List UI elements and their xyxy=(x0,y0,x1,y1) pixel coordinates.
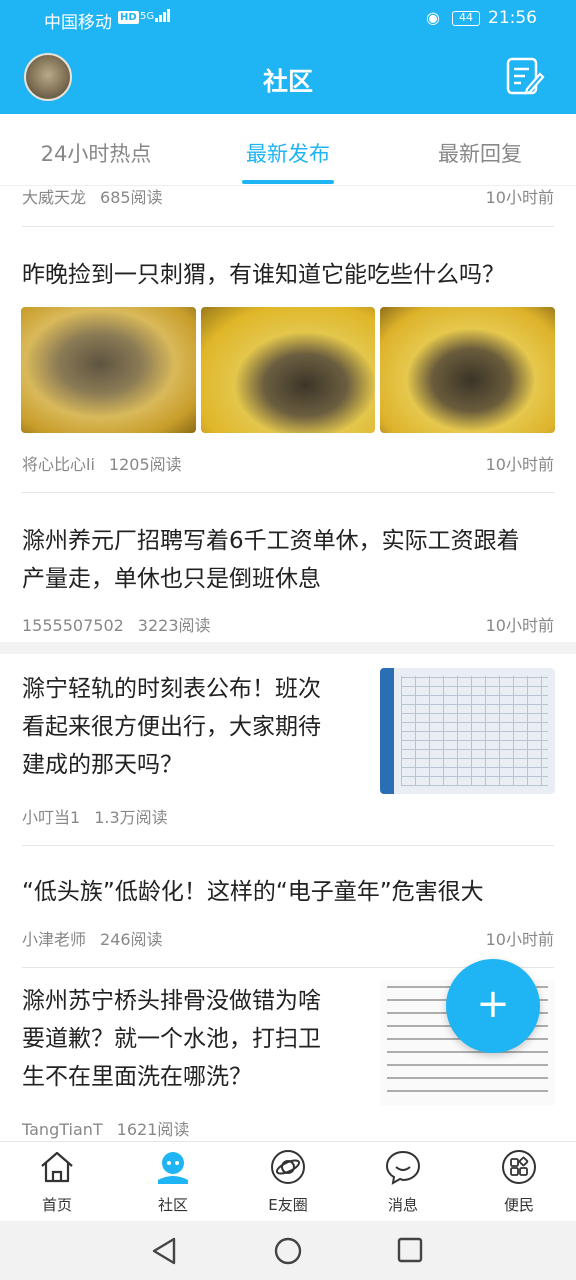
post-author: 小津老师 xyxy=(22,930,87,949)
post-meta: 将心比心li 1205阅读 xyxy=(22,451,182,475)
bottom-navigation: 首页 社区 E友圈 消息 便民 xyxy=(0,1141,576,1221)
nav-label: 便民 xyxy=(503,1196,534,1214)
home-icon xyxy=(41,1151,73,1183)
plus-icon: + xyxy=(476,981,510,1027)
post-author: TangTianT xyxy=(22,1120,103,1139)
post-meta: 1555507502 3223阅读 xyxy=(22,612,211,636)
post-read-count: 1205阅读 xyxy=(108,455,182,474)
post-read-count: 1621阅读 xyxy=(116,1120,190,1139)
new-post-fab[interactable]: + xyxy=(446,959,540,1053)
page-title: 社区 xyxy=(262,67,313,96)
recents-icon[interactable] xyxy=(396,1236,424,1264)
community-icon xyxy=(158,1152,188,1184)
post-author: 小叮当1 xyxy=(22,808,81,827)
carrier-name: 中国移动 xyxy=(44,13,112,33)
post-read-count: 685阅读 xyxy=(100,188,163,207)
section-gap xyxy=(0,642,576,654)
post-meta: 小叮当1 1.3万阅读 xyxy=(22,804,168,828)
message-icon xyxy=(385,1150,421,1185)
battery-icon: 44 xyxy=(452,11,480,26)
system-navigation-bar xyxy=(0,1221,576,1280)
post-title-line: 生不在里面洗在哪洗？ xyxy=(22,1064,252,1090)
hd-badge: HD xyxy=(118,11,139,24)
compose-icon xyxy=(506,57,545,95)
post-author: 大威天龙 xyxy=(22,188,87,207)
divider xyxy=(22,845,554,846)
post-time: 10小时前 xyxy=(485,188,554,207)
post-title: 昨晚捡到一只刺猬，有谁知道它能吃些什么吗？ xyxy=(22,262,505,288)
status-bar: 中国移动 HD 5G ◉ 44 21:56 xyxy=(0,0,576,40)
nav-item-services[interactable]: 便民 xyxy=(479,1148,559,1215)
post-title-line: 滁宁轻轨的时刻表公布！班次 xyxy=(22,676,321,702)
compose-post-button[interactable] xyxy=(505,56,545,98)
home-circle-icon[interactable] xyxy=(273,1236,303,1266)
post-author: 1555507502 xyxy=(22,616,124,635)
planet-icon xyxy=(271,1150,305,1184)
nav-item-home[interactable]: 首页 xyxy=(17,1148,97,1215)
divider xyxy=(22,226,554,227)
post-title-line: 产量走，单休也只是倒班休息 xyxy=(22,566,321,592)
post-time: 10小时前 xyxy=(485,455,554,474)
post-title-line: 滁州苏宁桥头排骨没做错为啥 xyxy=(22,988,321,1014)
post-title: “低头族”低龄化！这样的“电子童年”危害很大 xyxy=(22,879,484,905)
eye-comfort-icon: ◉ xyxy=(426,8,440,27)
nav-item-messages[interactable]: 消息 xyxy=(363,1148,443,1215)
nav-label: E友圈 xyxy=(268,1196,308,1214)
back-icon[interactable] xyxy=(150,1236,178,1266)
tab-24h-hot[interactable]: 24小时热点 xyxy=(0,138,192,168)
post-image[interactable] xyxy=(21,307,196,433)
nav-item-e-friends[interactable]: E友圈 xyxy=(248,1148,328,1215)
nav-label: 消息 xyxy=(387,1196,418,1214)
post-image[interactable] xyxy=(201,307,375,433)
post-meta: 小津老师 246阅读 xyxy=(22,926,163,950)
post-title-line: 建成的那天吗？ xyxy=(22,752,183,778)
tab-latest-replies[interactable]: 最新回复 xyxy=(384,138,576,168)
post-meta: TangTianT 1621阅读 xyxy=(22,1116,189,1140)
tab-latest-posts[interactable]: 最新发布 xyxy=(192,138,384,168)
post-author: 将心比心li xyxy=(22,455,95,474)
signal-icon: 5G xyxy=(140,9,171,22)
feed-tabs: 24小时热点 最新发布 最新回复 xyxy=(0,114,576,186)
post-title-line: 滁州养元厂招聘写着6千工资单休，实际工资跟着 xyxy=(22,528,520,554)
nav-label: 首页 xyxy=(41,1196,72,1214)
post-read-count: 1.3万阅读 xyxy=(94,808,168,827)
post-image[interactable] xyxy=(380,307,555,433)
post-time: 10小时前 xyxy=(485,930,554,949)
clock: 21:56 xyxy=(488,8,537,28)
post-title-line: 看起来很方便出行，大家期待 xyxy=(22,714,321,740)
services-icon xyxy=(502,1150,536,1184)
post-read-count: 3223阅读 xyxy=(137,616,211,635)
post-meta: 大威天龙 685阅读 xyxy=(22,186,163,208)
post-title-line: 要道歉？就一个水池，打扫卫 xyxy=(22,1026,321,1052)
post-image[interactable] xyxy=(380,668,555,794)
app-bar: 社区 xyxy=(0,40,576,114)
nav-label: 社区 xyxy=(157,1196,188,1214)
post-read-count: 246阅读 xyxy=(100,930,163,949)
active-tab-indicator xyxy=(242,180,334,184)
post-time: 10小时前 xyxy=(485,616,554,635)
nav-item-community[interactable]: 社区 xyxy=(133,1148,213,1215)
network-type-label: 5G xyxy=(140,11,155,22)
divider xyxy=(22,492,554,493)
